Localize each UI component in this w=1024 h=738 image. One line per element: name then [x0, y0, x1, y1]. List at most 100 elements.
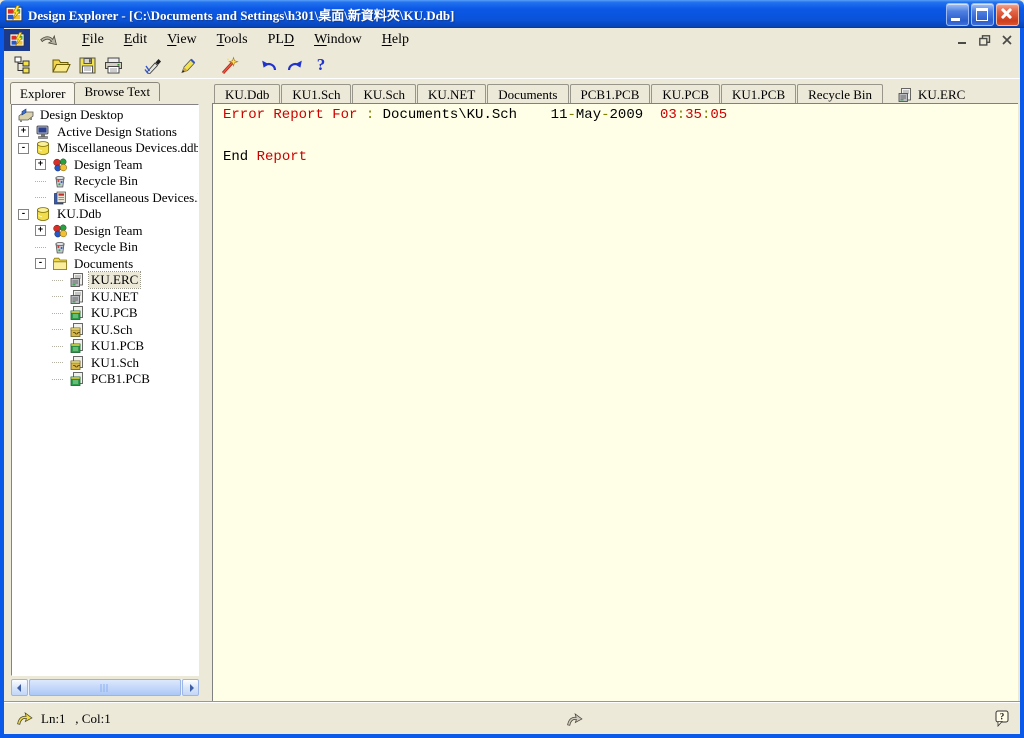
menu-items: FileEditViewToolsPLDWindowHelp: [72, 29, 419, 51]
mdi-restore-button[interactable]: [975, 32, 994, 48]
tree-item-label: Miscellaneous Devices.lib: [72, 190, 199, 206]
tree-item-ku-sch[interactable]: KU.Sch: [12, 322, 198, 339]
doc-txt-icon: [69, 289, 85, 305]
menu-pld[interactable]: PLD: [258, 29, 304, 51]
menu-edit[interactable]: Edit: [114, 29, 157, 51]
scroll-thumb[interactable]: [29, 679, 181, 696]
undo-button[interactable]: [256, 53, 282, 77]
doc-tab-ku1-pcb[interactable]: KU1.PCB: [721, 84, 796, 104]
doc-tab-label: KU.PCB: [662, 87, 709, 103]
redo-icon: [285, 57, 305, 73]
toolbar: ?: [4, 52, 1020, 78]
document-system-menu[interactable]: [4, 29, 30, 51]
collapse-icon[interactable]: -: [35, 258, 46, 269]
magic-wand-icon: [219, 56, 239, 74]
tree-item-documents[interactable]: -Documents: [12, 256, 198, 273]
doc-tab-recycle-bin[interactable]: Recycle Bin: [797, 84, 883, 104]
tree-item-label: Active Design Stations: [55, 124, 179, 140]
mdi-close-icon: [1002, 35, 1012, 45]
tree-item-ku-net[interactable]: KU.NET: [12, 289, 198, 306]
doc-tab-ku-net[interactable]: KU.NET: [417, 84, 486, 104]
expand-icon[interactable]: +: [35, 159, 46, 170]
tree-item-ku1-pcb[interactable]: KU1.PCB: [12, 338, 198, 355]
menu-window[interactable]: Window: [304, 29, 372, 51]
tree-item-ku-pcb[interactable]: KU.PCB: [12, 305, 198, 322]
doc-tab-ku1-sch[interactable]: KU1.Sch: [281, 84, 351, 104]
tree-item-design-desktop[interactable]: Design Desktop: [12, 107, 198, 124]
recycle-icon: [52, 239, 68, 255]
menu-tools[interactable]: Tools: [207, 29, 258, 51]
tree-item-label: Miscellaneous Devices.ddb: [55, 140, 199, 156]
print-button[interactable]: [100, 53, 126, 77]
mdi-close-button[interactable]: [997, 32, 1016, 48]
tree-item-label: KU.PCB: [89, 305, 140, 321]
wizard-button[interactable]: [216, 53, 242, 77]
tree-item-recycle-bin[interactable]: Recycle Bin: [12, 173, 198, 190]
tree: Design Desktop + Active Design Stations - Mi…: [12, 107, 198, 388]
document-arrow-icon: [37, 27, 64, 54]
knife-tool-button[interactable]: [140, 53, 166, 77]
tree-item-miscellaneous-devices-lib[interactable]: Miscellaneous Devices.lib: [12, 190, 198, 207]
tree-item-design-team[interactable]: + Design Team: [12, 157, 198, 174]
tree-item-miscellaneous-devices-ddb[interactable]: - Miscellaneous Devices.ddb: [12, 140, 198, 157]
titlebar[interactable]: Design Explorer - [C:\Documents and Sett…: [0, 0, 1024, 28]
undo-icon: [259, 57, 279, 73]
draw-tool-button[interactable]: [174, 53, 200, 77]
open-button[interactable]: [48, 53, 74, 77]
explorer-tree-button[interactable]: [10, 53, 36, 77]
close-button[interactable]: [996, 3, 1019, 26]
editor-line: End Report: [223, 150, 1018, 164]
tree-guide-line: [52, 313, 63, 314]
tree-item-label: Design Team: [72, 157, 145, 173]
expand-icon[interactable]: +: [35, 225, 46, 236]
doc-tab-ku-ddb[interactable]: KU.Ddb: [214, 84, 280, 104]
scroll-right-button[interactable]: [182, 679, 199, 696]
doc-tab-ku-pcb[interactable]: KU.PCB: [651, 84, 720, 104]
mdi-minimize-button[interactable]: [953, 32, 972, 48]
help-bubble-icon[interactable]: ?: [994, 710, 1010, 727]
doc-txt-icon: [897, 87, 913, 103]
tree-item-ku-erc[interactable]: KU.ERC: [12, 272, 198, 289]
doc-tab-label: KU.Ddb: [225, 87, 269, 103]
project-tree-panel[interactable]: Design Desktop + Active Design Stations - Mi…: [11, 104, 199, 676]
tree-item-ku1-sch[interactable]: KU1.Sch: [12, 355, 198, 372]
maximize-button[interactable]: [971, 3, 994, 26]
doc-tab-pcb1-pcb[interactable]: PCB1.PCB: [570, 84, 651, 104]
doc-tab-ku-sch[interactable]: KU.Sch: [352, 84, 416, 104]
panel-tab-browse-text[interactable]: Browse Text: [74, 82, 160, 101]
panel-tab-explorer[interactable]: Explorer: [10, 82, 75, 104]
tree-item-label: KU.Ddb: [55, 206, 103, 222]
menu-view[interactable]: View: [157, 29, 207, 51]
tree-item-active-design-stations[interactable]: + Active Design Stations: [12, 124, 198, 141]
minimize-button[interactable]: [946, 3, 969, 26]
menu-help[interactable]: Help: [372, 29, 419, 51]
tree-guide-line: [52, 280, 63, 281]
tree-item-label: Recycle Bin: [72, 239, 140, 255]
error-report-editor[interactable]: Error Report For : Documents\KU.Sch 11-M…: [212, 103, 1018, 701]
doc-tab-ku-erc[interactable]: KU.ERC: [884, 84, 978, 104]
help-button[interactable]: ?: [308, 53, 334, 77]
doc-pcb-icon: [69, 305, 85, 321]
tree-guide-line: [52, 362, 63, 363]
expand-icon[interactable]: +: [18, 126, 29, 137]
doc-tab-label: KU.ERC: [918, 87, 965, 103]
minimize-icon: [951, 18, 960, 21]
tree-item-ku-ddb[interactable]: - KU.Ddb: [12, 206, 198, 223]
tree-item-pcb1-pcb[interactable]: PCB1.PCB: [12, 371, 198, 388]
tree-guide-line: [52, 296, 63, 297]
save-button[interactable]: [74, 53, 100, 77]
ddb-icon: [35, 206, 51, 222]
tree-item-design-team[interactable]: +Design Team: [12, 223, 198, 240]
team-icon: [52, 223, 68, 239]
help-icon: ?: [317, 55, 326, 75]
collapse-icon[interactable]: -: [18, 143, 29, 154]
pencil-icon: [178, 56, 197, 74]
redo-button[interactable]: [282, 53, 308, 77]
menu-file[interactable]: File: [72, 29, 114, 51]
collapse-icon[interactable]: -: [18, 209, 29, 220]
tree-item-recycle-bin[interactable]: Recycle Bin: [12, 239, 198, 256]
printer-icon: [104, 57, 123, 74]
scroll-left-button[interactable]: [11, 679, 28, 696]
tree-guide-line: [52, 346, 63, 347]
doc-tab-documents[interactable]: Documents: [487, 84, 568, 104]
